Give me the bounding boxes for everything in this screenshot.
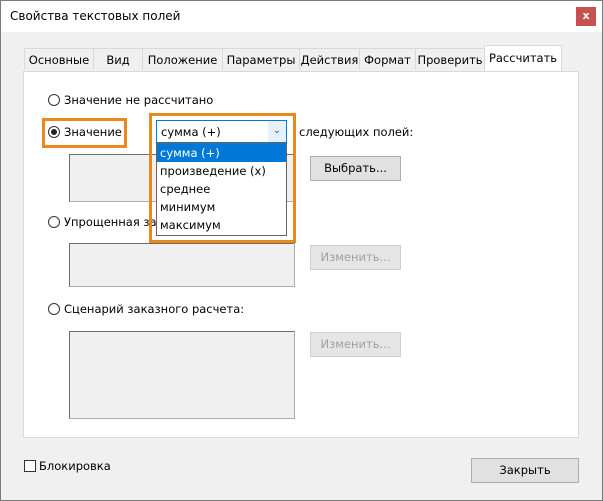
radio-simplified[interactable]: Упрощенная за — [48, 215, 157, 229]
close-button[interactable]: Закрыть — [471, 458, 579, 483]
edit-simplified-button[interactable]: Изменить... — [310, 245, 401, 270]
highlight-box — [42, 118, 127, 148]
checkbox[interactable] — [24, 460, 36, 472]
close-icon[interactable]: x — [576, 7, 596, 26]
tab-calculate[interactable]: Рассчитать — [484, 45, 562, 71]
radio-button[interactable] — [48, 303, 60, 315]
radio-label: Значение не рассчитано — [64, 93, 214, 107]
lock-label: Блокировка — [39, 459, 111, 473]
tab-format[interactable]: Формат — [359, 48, 416, 70]
simplified-notation-box[interactable] — [69, 243, 295, 287]
tab-appearance[interactable]: Вид — [93, 48, 143, 70]
radio-button[interactable] — [48, 94, 60, 106]
title-bar: Свойства текстовых полей x — [1, 1, 602, 32]
radio-not-calculated[interactable]: Значение не рассчитано — [48, 93, 213, 107]
dialog-window: Свойства текстовых полей x Основные Вид … — [0, 0, 603, 501]
radio-label: Сценарий заказного расчета: — [64, 302, 245, 316]
edit-script-button[interactable]: Изменить... — [310, 332, 401, 357]
pick-button[interactable]: Выбрать... — [310, 156, 401, 181]
lock-checkbox[interactable]: Блокировка — [24, 459, 111, 473]
window-title: Свойства текстовых полей — [10, 9, 181, 23]
following-fields-label: следующих полей: — [299, 125, 414, 139]
radio-custom-script[interactable]: Сценарий заказного расчета: — [48, 302, 244, 316]
highlight-box — [149, 113, 296, 243]
radio-label: Упрощенная за — [64, 215, 157, 229]
tab-general[interactable]: Основные — [24, 48, 94, 70]
tab-validate[interactable]: Проверить — [415, 48, 485, 70]
tab-options[interactable]: Параметры — [222, 48, 300, 70]
radio-button[interactable] — [48, 216, 60, 228]
tab-position[interactable]: Положение — [142, 48, 223, 70]
custom-script-box[interactable] — [69, 331, 295, 419]
tab-actions[interactable]: Действия — [299, 48, 360, 70]
